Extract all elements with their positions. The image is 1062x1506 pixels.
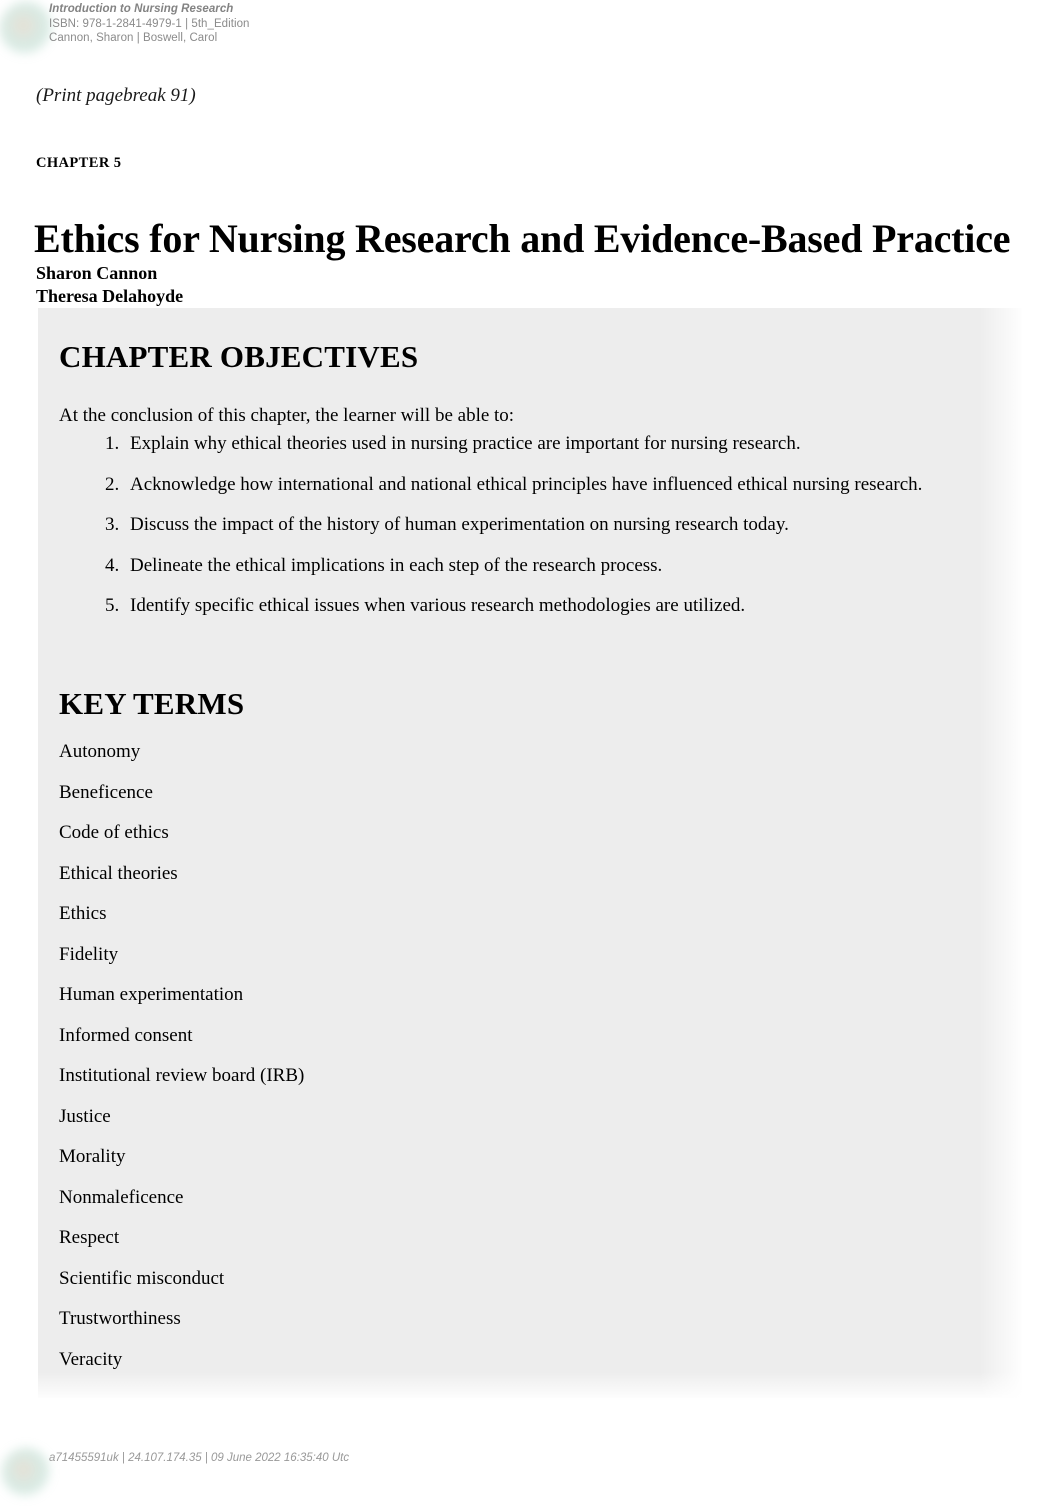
list-item: Discuss the impact of the history of hum… bbox=[124, 514, 922, 535]
chapter-author-2: Theresa Delahoyde bbox=[36, 285, 184, 306]
chapter-objectives-lead-in: At the conclusion of this chapter, the l… bbox=[59, 405, 515, 426]
chapter-label: CHAPTER 5 bbox=[36, 155, 122, 171]
key-terms-list: Autonomy Beneficence Code of ethics Ethi… bbox=[59, 741, 304, 1389]
running-head-authors: Cannon, Sharon | Boswell, Carol bbox=[49, 32, 218, 45]
content-panel: CHAPTER OBJECTIVES At the conclusion of … bbox=[38, 308, 1022, 1398]
chapter-authors: Sharon Cannon Theresa Delahoyde bbox=[36, 262, 183, 307]
list-item: Veracity bbox=[59, 1348, 123, 1370]
print-pagebreak-marker: (Print pagebreak 91) bbox=[36, 85, 196, 106]
list-item: Fidelity bbox=[59, 943, 119, 965]
watermark-logo-bottom bbox=[2, 1448, 50, 1496]
list-item: Justice bbox=[59, 1105, 111, 1127]
list-item: Acknowledge how international and nation… bbox=[124, 474, 922, 495]
running-head: Introduction to Nursing Research ISBN: 9… bbox=[49, 2, 249, 46]
chapter-objectives-list: Explain why ethical theories used in nur… bbox=[82, 433, 922, 636]
list-item: Identify specific ethical issues when va… bbox=[124, 595, 922, 616]
list-item: Morality bbox=[59, 1146, 126, 1167]
footer-access-stamp: a71455591uk | 24.107.174.35 | 09 June 20… bbox=[49, 1452, 350, 1464]
chapter-author-1: Sharon Cannon bbox=[36, 263, 158, 283]
list-item: Respect bbox=[59, 1227, 120, 1248]
chapter-objectives-heading: CHAPTER OBJECTIVES bbox=[59, 339, 419, 374]
list-item: Ethics bbox=[59, 903, 107, 924]
running-head-isbn: ISBN: 978-1-2841-4979-1 | 5th_Edition bbox=[49, 17, 250, 30]
watermark-logo-top bbox=[0, 2, 52, 54]
list-item: Institutional review board (IRB) bbox=[59, 1065, 305, 1086]
running-head-book-title: Introduction to Nursing Research bbox=[49, 3, 234, 15]
page-title: Ethics for Nursing Research and Evidence… bbox=[34, 215, 1011, 261]
list-item: Informed consent bbox=[59, 1024, 193, 1046]
list-item: Explain why ethical theories used in nur… bbox=[124, 433, 922, 454]
list-item: Code of ethics bbox=[59, 822, 169, 843]
list-item: Beneficence bbox=[59, 781, 153, 803]
key-terms-heading: KEY TERMS bbox=[59, 686, 245, 721]
list-item: Ethical theories bbox=[59, 862, 178, 884]
list-item: Delineate the ethical implications in ea… bbox=[124, 555, 922, 576]
list-item: Trustworthiness bbox=[59, 1308, 181, 1329]
list-item: Human experimentation bbox=[59, 984, 244, 1005]
list-item: Nonmaleficence bbox=[59, 1186, 184, 1208]
list-item: Scientific misconduct bbox=[59, 1267, 225, 1289]
list-item: Autonomy bbox=[59, 741, 141, 762]
